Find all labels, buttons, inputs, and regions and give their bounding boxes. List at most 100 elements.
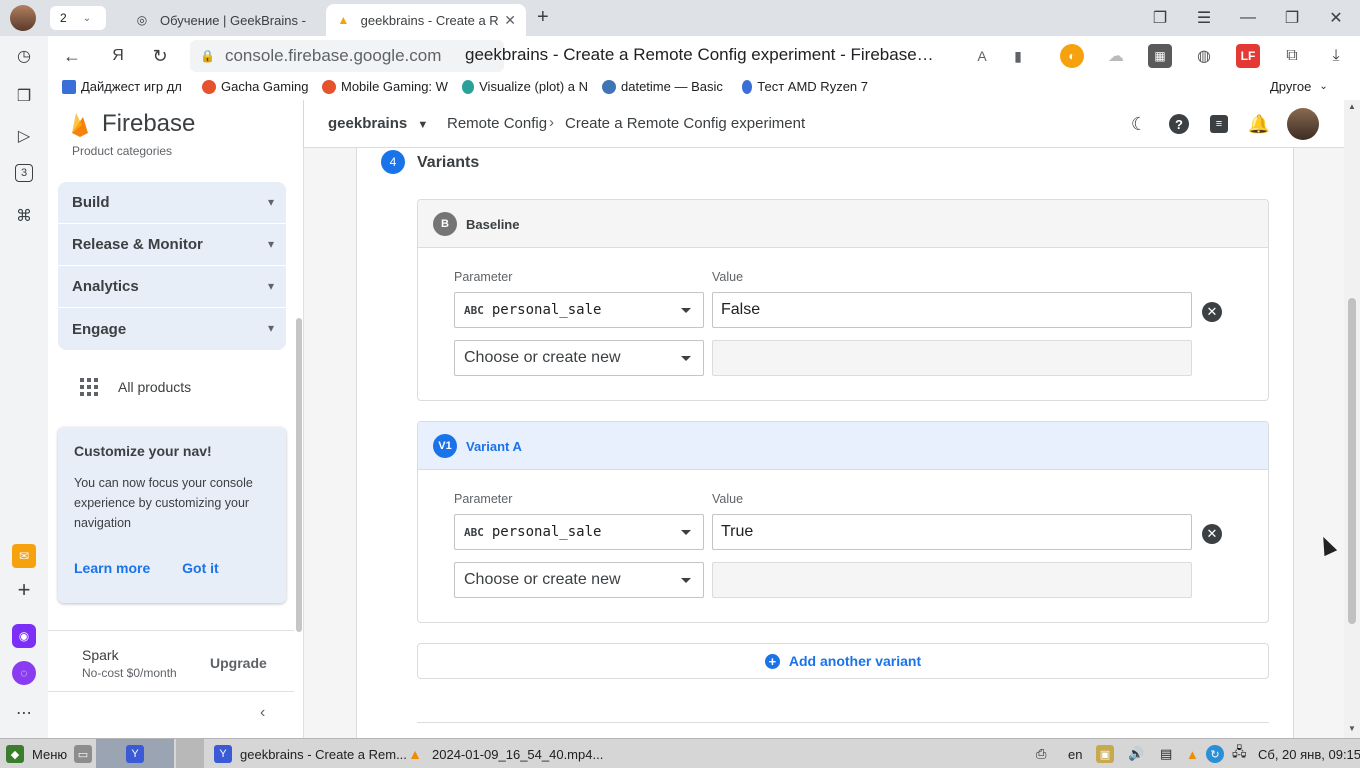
customize-nav-card: Customize your nav! You can now focus yo… xyxy=(58,427,286,603)
help-icon[interactable]: ? xyxy=(1167,112,1191,136)
variant-name: Variant A xyxy=(466,439,522,454)
bookmark-item[interactable]: datetime — Basic xyxy=(602,79,728,94)
more-icon[interactable]: ⋯ xyxy=(12,701,36,725)
add-circle-icon: + xyxy=(764,653,780,669)
extension-lf-icon[interactable]: LF xyxy=(1236,44,1260,68)
feedback-icon[interactable]: ≡ xyxy=(1207,112,1231,136)
bookmark-item[interactable]: Gacha Gaming xyxy=(202,79,308,94)
alice-icon[interactable]: ◌ xyxy=(12,661,36,685)
breadcrumb-remote-config[interactable]: Remote Config xyxy=(447,115,547,132)
step-title: Variants xyxy=(417,154,480,171)
taskbar-window-browser[interactable]: Y geekbrains - Create a Rem... xyxy=(214,739,407,768)
close-icon[interactable]: ✕ xyxy=(504,12,516,29)
taskbar-window-vlc[interactable]: ▲ 2024-01-09_16_54_40.mp4... xyxy=(406,739,603,768)
url-field[interactable]: 🔒 console.firebase.google.com xyxy=(190,40,504,72)
scrollbar-thumb[interactable] xyxy=(1348,298,1356,624)
all-products-link[interactable]: All products xyxy=(80,378,191,396)
printer-icon[interactable]: ⎙ xyxy=(1036,739,1046,768)
bookmark-item[interactable]: Тест AMD Ryzen 7 xyxy=(742,79,868,94)
nav-build[interactable]: Build ▾ xyxy=(58,182,286,224)
tab-count-button[interactable]: 2 ⌄ xyxy=(50,6,106,30)
upgrade-button[interactable]: Upgrade xyxy=(210,655,267,671)
history-icon[interactable]: ◷ xyxy=(12,44,36,68)
extension-planet-icon[interactable]: ◍ xyxy=(1192,44,1216,68)
reload-icon[interactable]: ↻ xyxy=(146,42,174,70)
remove-parameter-icon[interactable]: ✕ xyxy=(1202,302,1222,322)
profile-avatar[interactable] xyxy=(10,5,36,31)
network-icon[interactable]: 🖧 xyxy=(1232,739,1247,768)
translate-icon[interactable]: A xyxy=(970,44,994,68)
bookmark-item[interactable]: Visualize (plot) a N xyxy=(462,79,588,94)
project-selector[interactable]: geekbrains ▼ xyxy=(328,115,428,132)
scroll-up-icon[interactable]: ▲ xyxy=(1348,102,1356,111)
minimize-icon[interactable]: — xyxy=(1226,0,1270,36)
variant-card-a: V1 Variant A Parameter Value ABC persona… xyxy=(417,421,1269,623)
bookmarks-other[interactable]: Другое ⌄ xyxy=(1270,79,1328,94)
account-avatar[interactable] xyxy=(1287,108,1319,140)
nav-analytics[interactable]: Analytics ▾ xyxy=(58,266,286,308)
play-icon[interactable]: ▷ xyxy=(12,124,36,148)
extension-headphones-icon[interactable]: ◐ xyxy=(1060,44,1084,68)
language-indicator[interactable]: en xyxy=(1068,739,1082,768)
dark-mode-icon[interactable]: ☾ xyxy=(1127,112,1151,136)
browser-launcher-icon[interactable]: Y xyxy=(96,739,174,768)
bookmark-icon[interactable]: ▮ xyxy=(1006,44,1030,68)
messenger-icon[interactable]: ◉ xyxy=(12,624,36,648)
page-title: geekbrains - Create a Remote Config expe… xyxy=(465,45,934,64)
nav-engage[interactable]: Engage ▾ xyxy=(58,308,286,350)
value-input[interactable]: False xyxy=(712,292,1192,328)
collections-icon[interactable]: ❒ xyxy=(12,84,36,108)
parameter-select[interactable]: ABC personal_sale xyxy=(454,514,704,550)
firebase-logo[interactable]: Firebase xyxy=(70,110,195,138)
step-number: 4 xyxy=(381,150,405,174)
window-close-icon[interactable]: ✕ xyxy=(1314,0,1358,36)
parameter-name: personal_sale xyxy=(491,524,602,540)
update-icon[interactable]: ↻ xyxy=(1206,739,1232,768)
start-menu-button[interactable]: ◆ Меню xyxy=(6,739,67,768)
restore-icon[interactable]: ❐ xyxy=(1270,0,1314,36)
sidebar-scrollbar[interactable] xyxy=(296,318,302,632)
tab-firebase[interactable]: ▲ geekbrains - Create a Re ✕ xyxy=(326,4,526,36)
screenshot-icon[interactable]: ⌘ xyxy=(12,204,36,228)
value-input-empty[interactable] xyxy=(712,562,1192,598)
blank-taskbar-slot[interactable] xyxy=(176,739,204,768)
tab-geekbrains[interactable]: ◎ Обучение | GeekBrains - xyxy=(124,4,324,36)
add-variant-button[interactable]: + Add another variant xyxy=(417,643,1269,679)
back-icon[interactable]: ← xyxy=(58,42,86,70)
counter-icon[interactable]: 3 xyxy=(15,164,33,182)
parameter-select[interactable]: ABC personal_sale xyxy=(454,292,704,328)
remove-parameter-icon[interactable]: ✕ xyxy=(1202,524,1222,544)
yandex-icon[interactable]: Я xyxy=(104,42,132,70)
download-icon[interactable]: ⤓ xyxy=(1324,44,1348,68)
add-icon[interactable]: + xyxy=(12,577,36,602)
tray-vlc-icon[interactable]: ▲ xyxy=(1186,739,1199,768)
nav-release-monitor[interactable]: Release & Monitor ▾ xyxy=(58,224,286,266)
new-tab-icon[interactable]: + xyxy=(537,6,549,29)
bookmarks-icon[interactable]: ❐ xyxy=(1138,0,1182,36)
clock[interactable]: Сб, 20 янв, 09:15 xyxy=(1258,739,1360,768)
extension-color-icon[interactable]: ▦ xyxy=(1148,44,1172,68)
extension-puzzle-icon[interactable]: ⧉ xyxy=(1280,44,1304,68)
value-input-empty[interactable] xyxy=(712,340,1192,376)
scroll-down-icon[interactable]: ▼ xyxy=(1348,724,1356,733)
mail-icon[interactable]: ✉ xyxy=(12,544,36,568)
bookmark-item[interactable]: Дайджест игр дл xyxy=(62,79,188,94)
bookmark-item[interactable]: Mobile Gaming: W xyxy=(322,79,448,94)
parameter-select-new[interactable]: Choose or create new xyxy=(454,562,704,598)
value-label: Value xyxy=(712,270,744,284)
collapse-sidebar-icon[interactable]: ‹ xyxy=(260,704,265,722)
browser-side-panel: ◷ ❒ ▷ 3 ⌘ ✉ + ◉ ◌ ⋯ xyxy=(0,36,48,738)
value-input[interactable]: True xyxy=(712,514,1192,550)
menu-icon[interactable]: ☰ xyxy=(1182,0,1226,36)
learn-more-link[interactable]: Learn more xyxy=(74,560,150,576)
got-it-button[interactable]: Got it xyxy=(182,560,219,576)
clipboard-icon[interactable]: ▤ xyxy=(1160,739,1172,768)
notifications-icon[interactable]: 🔔 xyxy=(1247,112,1271,136)
page-scrollbar[interactable]: ▲ ▼ xyxy=(1344,100,1360,738)
tray-monitor-icon[interactable]: ▣ xyxy=(1096,739,1122,768)
chevron-right-icon: › xyxy=(549,114,554,131)
extension-weather-icon[interactable]: ☁ xyxy=(1104,44,1128,68)
parameter-select-new[interactable]: Choose or create new xyxy=(454,340,704,376)
volume-icon[interactable]: 🔊 xyxy=(1128,739,1144,768)
bookmark-icon xyxy=(202,79,216,94)
